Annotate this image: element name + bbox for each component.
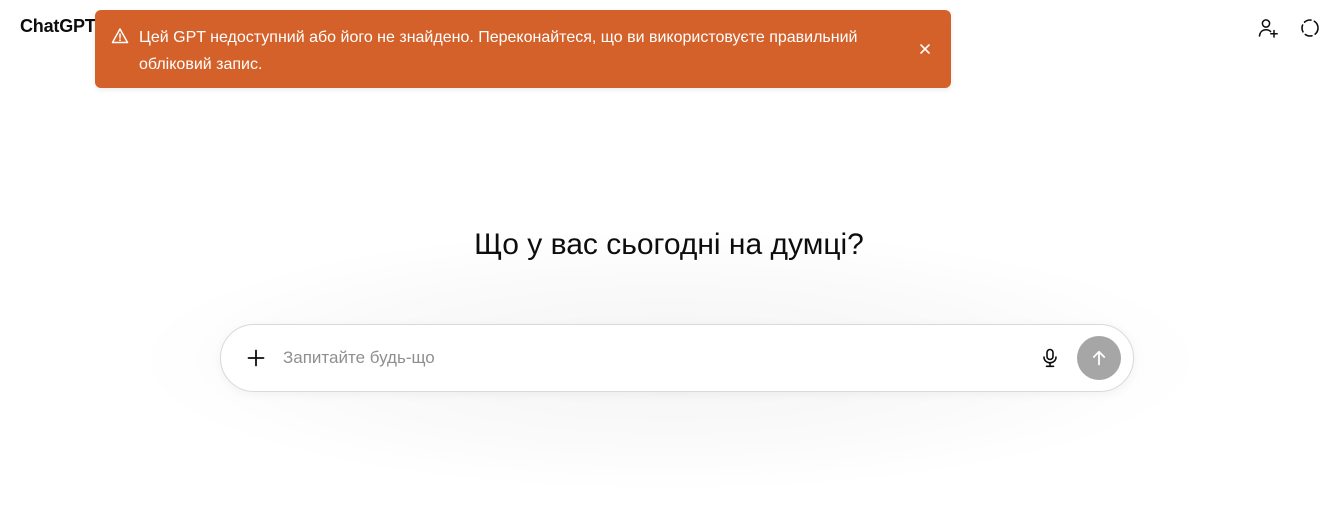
chat-page: ChatGPT Цей GPT недоступний або його не … [0, 0, 1338, 507]
dashed-circle-icon [1301, 19, 1319, 37]
prompt-composer [220, 324, 1134, 392]
toast-close-button[interactable] [915, 39, 935, 59]
close-icon [920, 44, 930, 54]
header-actions [1254, 14, 1338, 42]
prompt-input[interactable] [283, 338, 1035, 378]
send-button[interactable] [1077, 336, 1121, 380]
microphone-icon [1043, 348, 1057, 368]
page-headline: Що у вас сьогодні на думці? [474, 228, 864, 261]
temporary-chat-button[interactable] [1296, 14, 1324, 42]
attach-button[interactable] [241, 343, 271, 373]
voice-input-button[interactable] [1035, 343, 1065, 373]
toast-message: Цей GPT недоступний або його не знайдено… [139, 29, 858, 73]
app-title[interactable]: ChatGPT [20, 16, 96, 37]
add-user-icon [1258, 19, 1278, 38]
plus-icon [247, 349, 265, 367]
warning-triangle-icon [111, 27, 129, 45]
arrow-up-icon [1092, 350, 1106, 366]
add-user-button[interactable] [1254, 14, 1282, 42]
error-toast: Цей GPT недоступний або його не знайдено… [95, 10, 951, 88]
